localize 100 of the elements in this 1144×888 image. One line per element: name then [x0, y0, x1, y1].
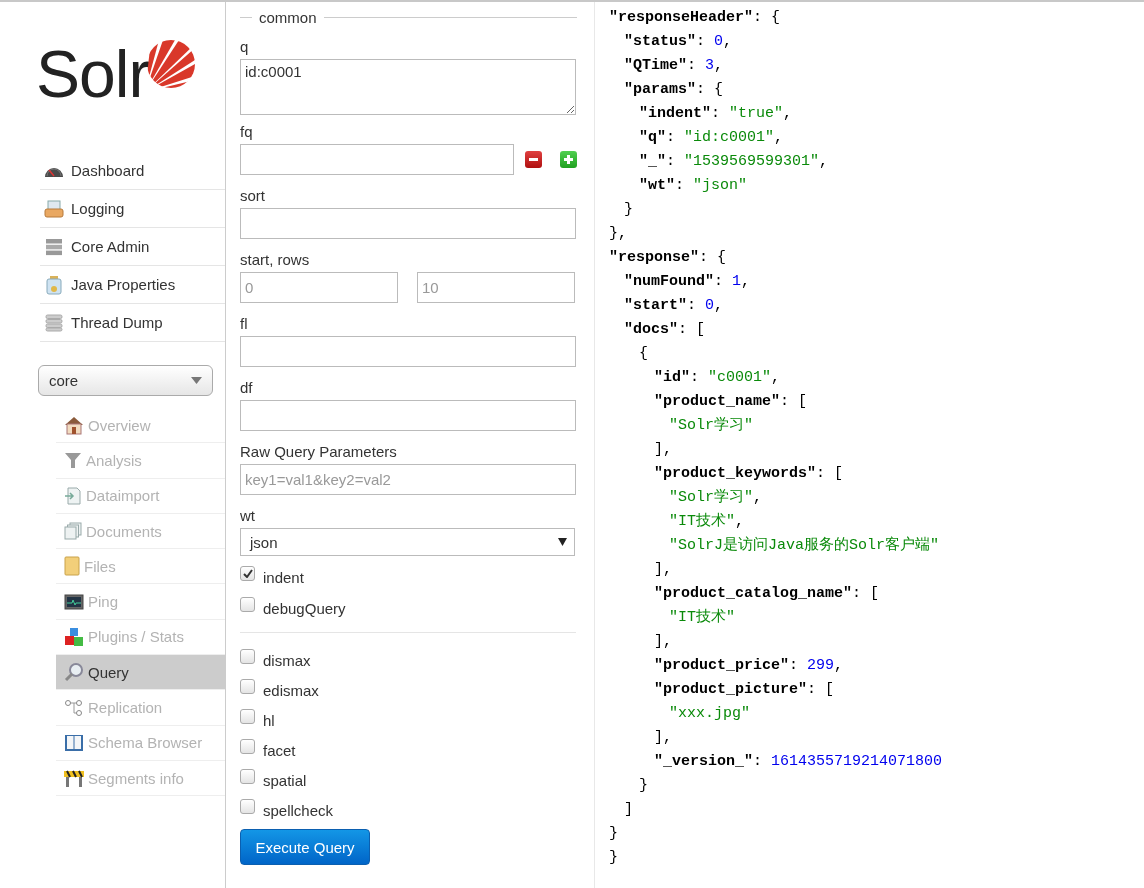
core-nav-item[interactable]: Query: [56, 655, 225, 691]
json-punctuation: : {: [753, 9, 781, 26]
json-punctuation: :: [714, 273, 725, 290]
json-string: "Solr学习": [669, 489, 753, 506]
json-key: "_": [639, 153, 666, 170]
checkbox-label: spatial: [263, 771, 307, 789]
field-label: q: [240, 37, 250, 57]
text-field[interactable]: 0: [240, 272, 398, 303]
json-key: "product_keywords": [654, 465, 817, 482]
json-string: "xxx.jpg": [669, 705, 750, 722]
json-punctuation: :: [789, 657, 800, 674]
text-field[interactable]: [240, 208, 576, 239]
format-select[interactable]: json: [240, 528, 575, 556]
json-punctuation: ],: [654, 729, 672, 746]
json-punctuation: :: [687, 297, 698, 314]
inbox-tray-icon: [43, 199, 65, 218]
json-key: "product_price": [654, 657, 790, 674]
json-string: "1539569599301": [684, 153, 820, 170]
json-key: "product_catalog_name": [654, 585, 853, 602]
caret-icon: [558, 538, 567, 546]
blocks-icon: [64, 626, 84, 647]
folder-icon: [64, 556, 80, 577]
json-punctuation: }: [609, 825, 618, 842]
json-punctuation: : [: [678, 321, 706, 338]
checkbox[interactable]: [240, 648, 255, 664]
funnel-icon: [64, 451, 82, 470]
nav-item[interactable]: Core Admin: [40, 228, 225, 266]
add-filter-button[interactable]: [560, 151, 577, 168]
json-key: "numFound": [624, 273, 714, 290]
execute-query-button[interactable]: Execute Query: [240, 829, 370, 865]
checkbox-label: indent: [263, 569, 304, 586]
json-punctuation: : [: [807, 681, 835, 698]
nav-item[interactable]: Dashboard: [40, 152, 225, 190]
json-number: 1: [732, 273, 742, 290]
checkbox[interactable]: [240, 738, 255, 754]
json-string: "SolrJ是访问Java服务的Solr客户端": [669, 537, 940, 554]
remove-filter-button[interactable]: [525, 151, 543, 168]
json-punctuation: ],: [654, 561, 672, 578]
text-field[interactable]: [240, 336, 576, 367]
json-punctuation: ]: [624, 801, 633, 818]
field-label: start, rows: [240, 250, 311, 270]
json-number: 1614355719214071800: [771, 753, 943, 770]
json-punctuation: ,: [774, 129, 784, 146]
query-field[interactable]: id:c0001: [240, 59, 576, 115]
checkbox-label: spellcheck: [263, 801, 334, 819]
checkbox[interactable]: [240, 708, 255, 724]
json-key: "indent": [639, 105, 711, 122]
json-number: 0: [705, 297, 715, 314]
json-key: "responseHeader": [609, 9, 754, 26]
json-punctuation: {: [639, 345, 648, 362]
text-field[interactable]: 10: [417, 272, 575, 303]
checkbox[interactable]: [240, 768, 255, 784]
checkbox[interactable]: [240, 678, 255, 694]
checkbox-label: dismax: [263, 651, 311, 669]
json-key: "QTime": [624, 57, 687, 74]
checkbox[interactable]: [240, 798, 255, 814]
json-string: "c0001": [708, 369, 772, 386]
json-punctuation: : {: [699, 249, 727, 266]
checkbox-label: edismax: [263, 681, 319, 699]
caret-icon: [191, 377, 202, 384]
json-punctuation: },: [609, 225, 627, 242]
stacked-layers-icon: [43, 313, 65, 332]
json-string: "json": [693, 177, 748, 194]
json-punctuation: ,: [753, 489, 763, 506]
field-label: fq: [240, 122, 254, 142]
json-string: "IT技术": [669, 609, 735, 626]
json-key: "q": [639, 129, 666, 146]
minus-icon: [529, 158, 539, 161]
json-punctuation: ,: [714, 57, 724, 74]
checkbox[interactable]: [240, 597, 255, 612]
book-icon: [64, 733, 84, 752]
json-string: "true": [729, 105, 784, 122]
monitor-icon: [64, 593, 84, 610]
json-key: "id": [654, 369, 690, 386]
field-label: sort: [240, 186, 266, 206]
json-punctuation: : [: [780, 393, 808, 410]
server-stack-icon: [43, 237, 65, 256]
nav-item[interactable]: Thread Dump: [40, 304, 225, 342]
json-punctuation: ,: [735, 513, 745, 530]
text-field[interactable]: [240, 400, 576, 431]
text-field[interactable]: key1=val1&key2=val2: [240, 464, 576, 495]
json-string: "IT技术": [669, 513, 735, 530]
json-key: "product_picture": [654, 681, 808, 698]
nav-item[interactable]: Java Properties: [40, 266, 225, 304]
json-punctuation: :: [690, 369, 701, 386]
json-string: "Solr学习": [669, 417, 753, 434]
json-number: 0: [714, 33, 724, 50]
json-key: "start": [624, 297, 687, 314]
fieldset-legend: common: [252, 8, 324, 26]
json-key: "status": [624, 33, 696, 50]
json-punctuation: ,: [723, 33, 733, 50]
nav-item[interactable]: Logging: [40, 190, 225, 228]
documents-icon: [64, 522, 82, 541]
text-field[interactable]: [240, 144, 515, 175]
checkbox[interactable]: [240, 566, 255, 581]
core-select[interactable]: core: [38, 365, 213, 396]
house-icon: [64, 415, 84, 435]
json-punctuation: :: [753, 753, 764, 770]
field-label: Raw Query Parameters: [240, 442, 398, 462]
json-punctuation: :: [687, 57, 698, 74]
